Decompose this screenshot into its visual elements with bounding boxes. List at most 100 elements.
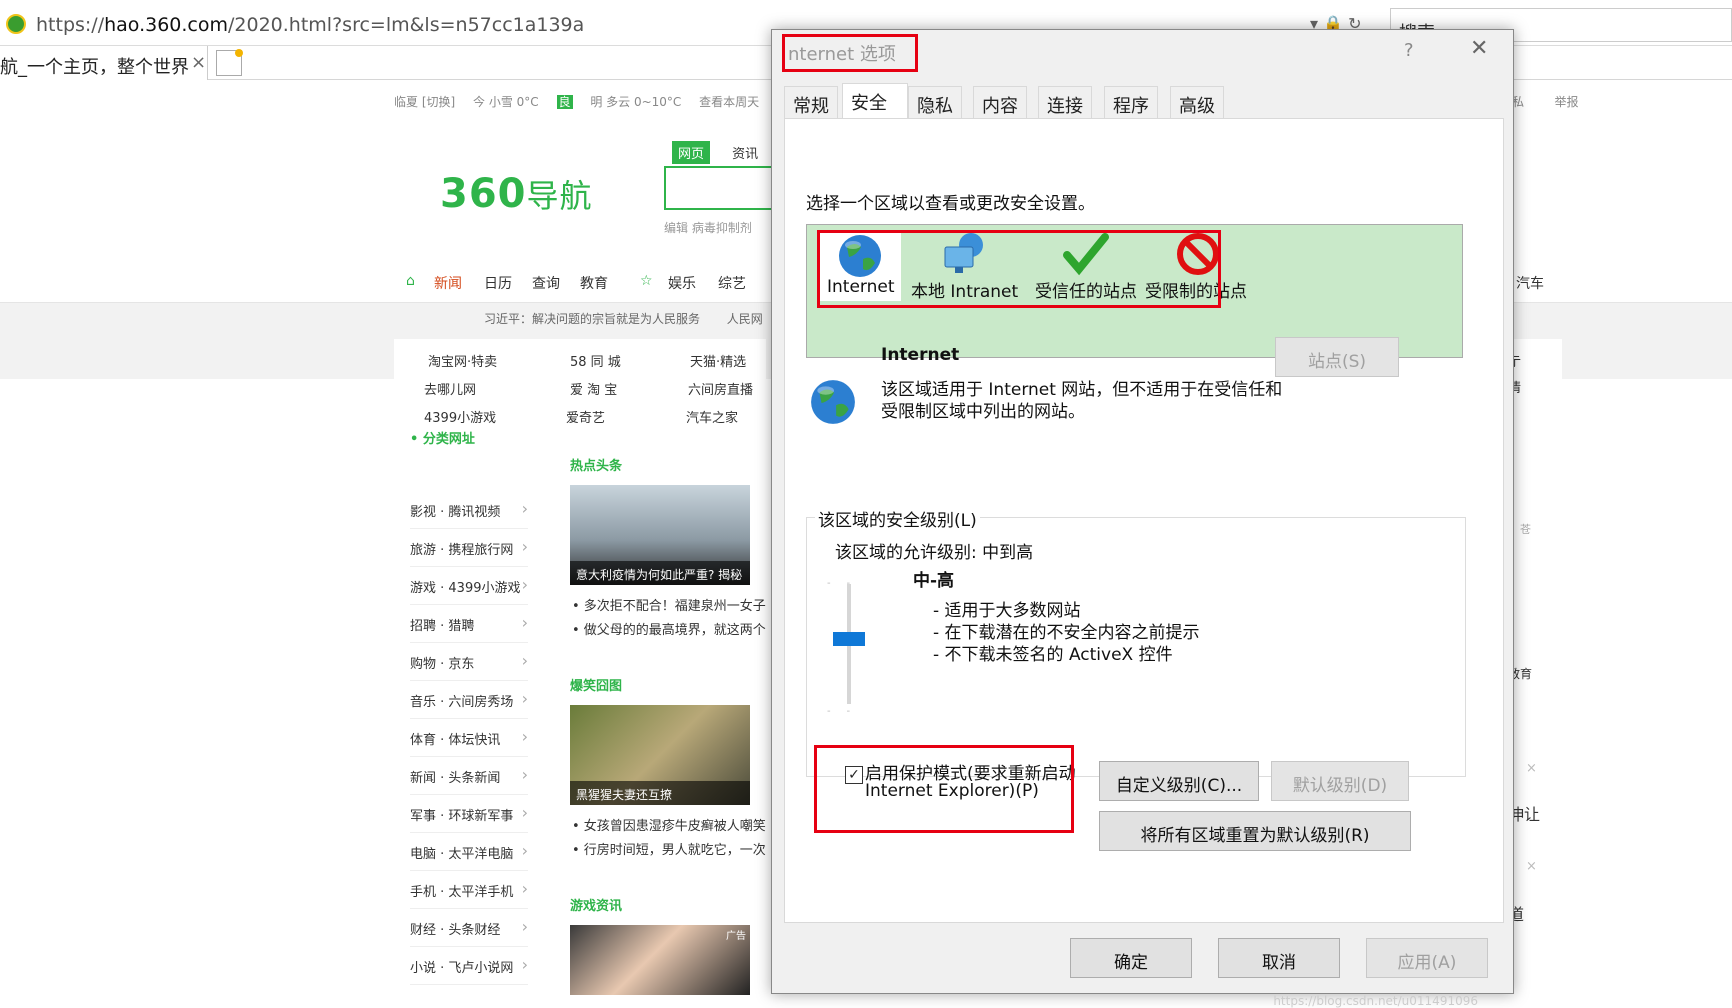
url-field[interactable]: https://hao.360.com/2020.html?src=lm&ls=…: [36, 14, 584, 36]
category-link[interactable]: 军事 · 环球新军事: [410, 803, 528, 833]
category-link[interactable]: 购物 · 京东: [410, 651, 528, 681]
news-item[interactable]: • 女孩曾因患湿疹牛皮癣被人嘲笑: [572, 815, 766, 834]
tab-security[interactable]: 安全: [842, 83, 908, 119]
star-icon: ☆: [640, 273, 653, 289]
nav-news[interactable]: 新闻: [434, 273, 462, 293]
news-item[interactable]: • 多次拒不配合！福建泉州一女子: [572, 595, 766, 614]
level-name: 中-高: [913, 571, 955, 591]
category-link[interactable]: 游戏 · 4399小游戏: [410, 575, 528, 605]
tab-web[interactable]: 网页: [672, 141, 711, 164]
category-link[interactable]: 财经 · 头条财经: [410, 917, 528, 947]
apply-button[interactable]: 应用(A): [1366, 938, 1488, 978]
game-photo[interactable]: 广告: [570, 925, 750, 995]
tab-advanced[interactable]: 高级: [1170, 86, 1224, 118]
globe-icon: [839, 235, 881, 277]
tab-connections[interactable]: 连接: [1038, 86, 1092, 118]
zone-name: Internet: [881, 345, 960, 365]
protected-mode-checkbox[interactable]: ✓: [845, 766, 863, 784]
restricted-icon: [1177, 233, 1219, 275]
sites-button[interactable]: 站点(S): [1275, 337, 1399, 377]
zone-label: 本地 Intranet: [911, 282, 1019, 302]
report-link[interactable]: 举报: [1555, 95, 1579, 109]
cancel-button[interactable]: 取消: [1218, 938, 1340, 978]
news-item[interactable]: • 做父母的的最高境界，就这两个: [572, 619, 766, 638]
group-label: 该区域的安全级别(L): [815, 506, 980, 531]
nav-calendar[interactable]: 日历: [484, 273, 512, 293]
slider-tick: - -: [827, 706, 851, 717]
help-icon[interactable]: ?: [1404, 40, 1414, 61]
nav-entertainment[interactable]: 娱乐: [668, 273, 696, 293]
security-slider-thumb[interactable]: [833, 632, 865, 646]
tab-privacy[interactable]: 隐私: [908, 86, 962, 118]
category-link[interactable]: 电脑 · 太平洋电脑: [410, 841, 528, 871]
news-photo[interactable]: 意大利疫情为何如此严重? 揭秘: [570, 485, 750, 585]
top-right-links: 私 举报: [1512, 93, 1579, 110]
protected-mode-label: Internet Explorer)(P): [865, 781, 1039, 801]
site-link[interactable]: 汽车之家: [686, 407, 738, 426]
nav-education[interactable]: 教育: [580, 273, 608, 293]
allowed-level: 该区域的允许级别: 中到高: [835, 543, 1034, 563]
zone-internet[interactable]: Internet: [819, 231, 901, 301]
ticker-source[interactable]: 人民网: [727, 312, 763, 326]
close-icon[interactable]: ×: [1526, 859, 1537, 874]
close-icon[interactable]: ×: [1526, 761, 1537, 776]
internet-options-dialog: nternet 选项 ? ✕ 常规 安全 隐私 内容 连接 程序 高级 选择一个…: [771, 29, 1514, 1008]
weather-week-link[interactable]: 查看本周天: [699, 95, 759, 109]
nav-query[interactable]: 查询: [532, 273, 560, 293]
ticker-headline[interactable]: 习近平：解决问题的宗旨就是为人民服务: [484, 312, 700, 326]
dialog-title: nternet 选项: [788, 44, 896, 65]
browser-tab[interactable]: 航_一个主页，整个世界 ×: [0, 46, 208, 80]
zone-label: 受信任的站点: [1035, 282, 1137, 302]
close-icon[interactable]: ✕: [1470, 36, 1488, 61]
zone-label: Internet: [827, 277, 895, 297]
category-link[interactable]: 影视 · 腾讯视频: [410, 499, 528, 529]
tab-content[interactable]: 内容: [973, 86, 1027, 118]
zone-trusted-sites[interactable]: 受信任的站点: [1035, 231, 1145, 302]
site-link[interactable]: 4399小游戏: [424, 407, 496, 426]
tab-general[interactable]: 常规: [784, 86, 838, 118]
page-search-input[interactable]: [664, 166, 784, 210]
360-logo[interactable]: 360导航: [440, 171, 593, 217]
search-hint[interactable]: 编辑 病毒抑制剂: [664, 219, 752, 236]
category-title: • 分类网址: [410, 432, 475, 447]
category-link[interactable]: 音乐 · 六间房秀场: [410, 689, 528, 719]
site-link[interactable]: 爱奇艺: [566, 407, 605, 426]
site-link[interactable]: 淘宝网·特卖: [428, 351, 497, 370]
new-tab-icon[interactable]: [216, 49, 243, 76]
zone-local-intranet[interactable]: 本地 Intranet: [911, 231, 1021, 302]
site-grid: 淘宝网·特卖 58 同 城 天猫·精选 去哪儿网 爱 淘 宝 六间房直播 439…: [394, 339, 766, 431]
funny-photo[interactable]: 黑猩猩夫妻还互撩: [570, 705, 750, 805]
reset-all-zones-button[interactable]: 将所有区域重置为默认级别(R): [1099, 811, 1411, 851]
category-link[interactable]: 体育 · 体坛快讯: [410, 727, 528, 757]
category-link[interactable]: 旅游 · 携程旅行网: [410, 537, 528, 567]
site-link[interactable]: 六间房直播: [688, 379, 753, 398]
air-quality-badge: 良: [556, 95, 573, 109]
section-title: 游戏资讯: [570, 899, 623, 914]
zone-description: 受限制区域中列出的网站。: [881, 402, 1085, 422]
zone-restricted-sites[interactable]: 受限制的站点: [1145, 231, 1255, 302]
category-link[interactable]: 手机 · 太平洋手机: [410, 879, 528, 909]
tab-title: 航_一个主页，整个世界: [0, 57, 189, 78]
category-link[interactable]: 新闻 · 头条新闻: [410, 765, 528, 795]
category-link[interactable]: 小说 · 飞卢小说网: [410, 955, 528, 985]
site-link[interactable]: 爱 淘 宝: [570, 379, 617, 398]
nav-variety[interactable]: 综艺: [718, 273, 746, 293]
weather-today: 今 小雪 0°C: [473, 95, 539, 109]
category-link[interactable]: 招聘 · 猎聘: [410, 613, 528, 643]
zone-prompt: 选择一个区域以查看或更改安全设置。: [806, 194, 1095, 214]
level-point: - 不下载未签名的 ActiveX 控件: [933, 645, 1173, 665]
site-link[interactable]: 天猫·精选: [690, 351, 746, 370]
tab-close-icon[interactable]: ×: [191, 52, 206, 73]
site-link[interactable]: 58 同 城: [570, 351, 621, 370]
news-item[interactable]: • 行房时间短，男人就吃它，一次: [572, 839, 766, 858]
site-favicon-icon: [6, 14, 26, 34]
tab-programs[interactable]: 程序: [1104, 86, 1158, 118]
security-panel: 选择一个区域以查看或更改安全设置。 Internet 本地 Intranet 受…: [784, 118, 1504, 923]
city-switch[interactable]: 临夏 [切换]: [394, 95, 455, 109]
site-link[interactable]: 去哪儿网: [424, 379, 476, 398]
ok-button[interactable]: 确定: [1070, 938, 1192, 978]
nav-auto[interactable]: 汽车: [1516, 273, 1544, 293]
default-level-button[interactable]: 默认级别(D): [1271, 761, 1409, 801]
custom-level-button[interactable]: 自定义级别(C)...: [1099, 761, 1259, 801]
tab-news[interactable]: 资讯: [726, 141, 764, 164]
